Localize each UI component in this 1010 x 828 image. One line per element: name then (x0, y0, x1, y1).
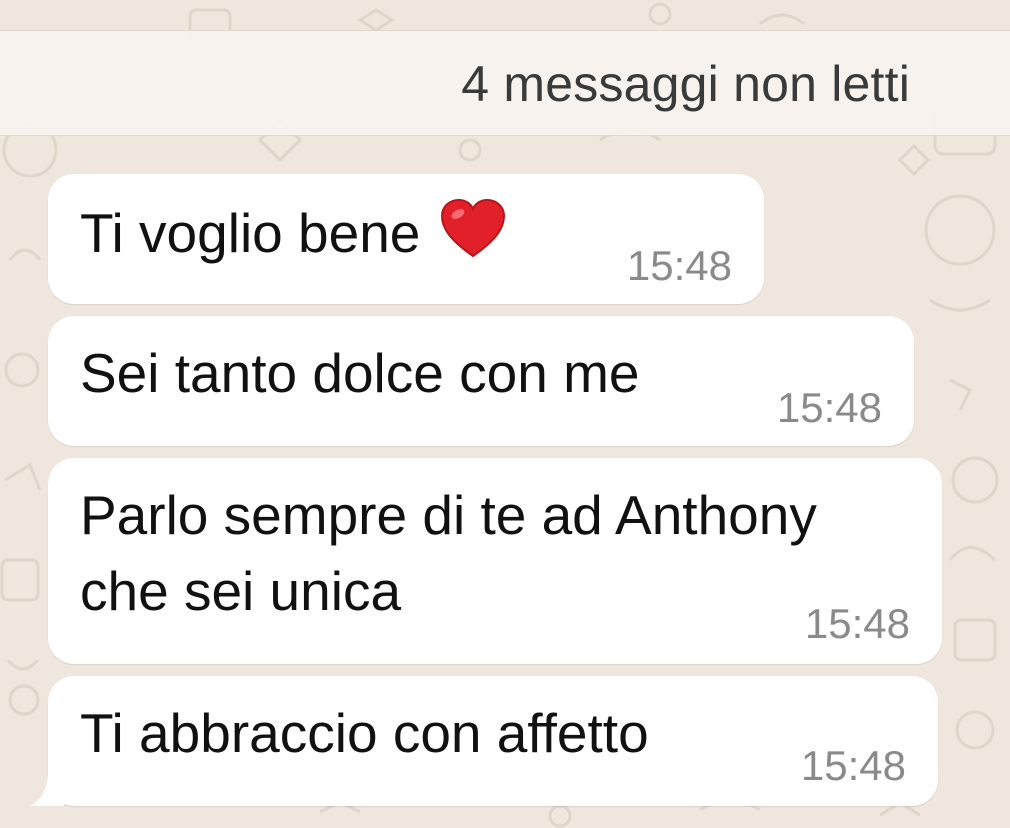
unread-messages-separator: 4 messaggi non letti (0, 30, 1010, 136)
message-bubble[interactable]: Ti abbraccio con affetto 15:48 (48, 676, 938, 806)
message-bubble[interactable]: Sei tanto dolce con me 15:48 (48, 316, 914, 446)
message-text-row: Ti voglio bene (80, 196, 506, 270)
bubble-tail-icon (30, 772, 64, 806)
message-timestamp: 15:48 (800, 742, 906, 789)
message-text: Sei tanto dolce con me (80, 342, 640, 404)
message-text: Ti voglio bene (80, 202, 421, 264)
unread-messages-label: 4 messaggi non letti (461, 56, 910, 112)
message-timestamp: 15:48 (626, 242, 732, 289)
message-text-line: che sei unica (80, 560, 402, 622)
message-timestamp: 15:48 (804, 600, 910, 647)
message-text-line: Parlo sempre di te ad Anthony (80, 484, 817, 546)
message-bubble[interactable]: Ti voglio bene 15:48 (48, 174, 764, 304)
message-bubble[interactable]: Parlo sempre di te ad Anthony che sei un… (48, 458, 942, 664)
message-text: Ti abbraccio con affetto (80, 702, 649, 764)
message-timestamp: 15:48 (776, 384, 882, 431)
red-heart-icon (441, 198, 506, 258)
